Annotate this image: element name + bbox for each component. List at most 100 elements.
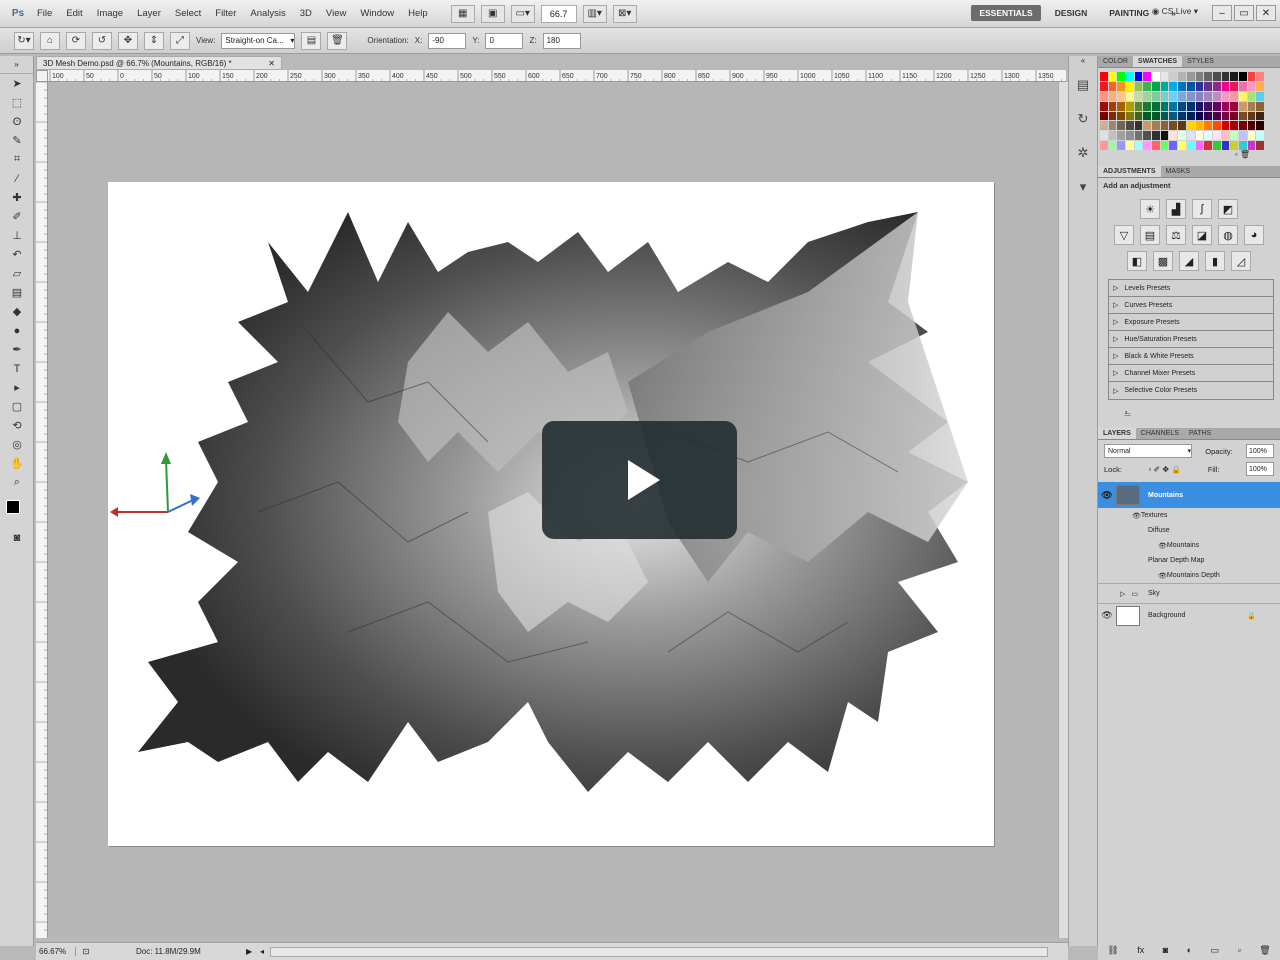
color-swatch[interactable] xyxy=(1204,81,1212,91)
color-swatch[interactable] xyxy=(1204,101,1212,111)
color-swatch[interactable] xyxy=(1247,111,1256,121)
color-swatch[interactable] xyxy=(1247,72,1256,81)
color-swatch[interactable] xyxy=(1186,81,1195,91)
ruler-origin[interactable] xyxy=(36,70,48,82)
color-swatch[interactable] xyxy=(1221,72,1230,81)
color-swatch[interactable] xyxy=(1186,101,1195,111)
layer-sky-group[interactable]: ▷ ▭ Sky xyxy=(1098,583,1280,603)
color-swatch[interactable] xyxy=(1117,141,1126,150)
color-swatch[interactable] xyxy=(1117,91,1126,101)
menu-view[interactable]: View xyxy=(319,8,353,19)
color-swatch[interactable] xyxy=(1212,131,1221,141)
arrange-documents-icon[interactable]: ▥▾ xyxy=(582,4,607,23)
color-swatch[interactable] xyxy=(1134,131,1143,141)
lock-icons[interactable]: ▫ ✐ ✥ 🔒 xyxy=(1148,465,1181,474)
layer-diffuse[interactable]: Diffuse xyxy=(1098,523,1280,538)
add-mask-icon[interactable]: ◙ xyxy=(1163,945,1168,956)
color-swatch[interactable] xyxy=(1169,81,1178,91)
color-swatch[interactable] xyxy=(1186,131,1195,141)
launch-bridge-icon[interactable]: ▦ xyxy=(450,4,475,23)
channel-mixer-icon[interactable]: ◕ xyxy=(1244,225,1264,245)
history-brush-tool-icon[interactable]: ↶ xyxy=(4,245,30,264)
eye-icon[interactable]: 👁 xyxy=(1098,490,1116,501)
zoom-level[interactable]: 66.7 xyxy=(540,4,577,23)
color-swatch[interactable] xyxy=(1152,81,1160,91)
color-swatch[interactable] xyxy=(1186,91,1195,101)
layer-mountains-depth[interactable]: 👁 Mountains Depth xyxy=(1098,568,1280,583)
color-swatch[interactable] xyxy=(1169,101,1178,111)
color-swatch[interactable] xyxy=(1195,72,1204,81)
menu-file[interactable]: File xyxy=(30,8,59,19)
preset-black-white[interactable]: ▷ Black & White Presets xyxy=(1109,348,1273,365)
gradient-tool-icon[interactable]: ▤ xyxy=(4,283,30,302)
color-swatch[interactable] xyxy=(1238,111,1247,121)
roll-3d-icon[interactable]: ↺ xyxy=(92,31,112,50)
color-swatch[interactable] xyxy=(1108,131,1117,141)
layer-mountains-texture[interactable]: 👁 Mountains xyxy=(1098,538,1280,553)
menu-window[interactable]: Window xyxy=(353,8,401,19)
lasso-tool-icon[interactable]: ʘ xyxy=(4,112,30,131)
color-swatch[interactable] xyxy=(1204,72,1212,81)
screen-mode-icon[interactable]: ⊠▾ xyxy=(612,4,637,23)
menu-image[interactable]: Image xyxy=(90,8,130,19)
color-swatch[interactable] xyxy=(1195,121,1204,131)
preset-curves[interactable]: ▷ Curves Presets xyxy=(1109,297,1273,314)
color-swatch[interactable] xyxy=(1178,141,1186,150)
layer-style-icon[interactable]: fx xyxy=(1137,945,1144,956)
menu-edit[interactable]: Edit xyxy=(59,8,89,19)
actions-panel-icon[interactable]: ↻ xyxy=(1072,108,1094,130)
eye-icon[interactable]: 👁 xyxy=(1158,572,1167,580)
color-swatch[interactable] xyxy=(1108,111,1117,121)
history-panel-icon[interactable]: ▤ xyxy=(1072,74,1094,96)
new-swatch-icon[interactable]: ▫ xyxy=(1235,150,1238,159)
color-swatch[interactable] xyxy=(1117,81,1126,91)
color-swatch[interactable] xyxy=(1186,111,1195,121)
color-swatch[interactable] xyxy=(1256,131,1264,141)
color-swatch[interactable] xyxy=(1100,101,1108,111)
hscroll-left-icon[interactable]: ◂ xyxy=(260,947,270,956)
color-swatch[interactable] xyxy=(1100,111,1108,121)
color-swatch[interactable] xyxy=(1256,91,1264,101)
z-input[interactable]: 180 xyxy=(542,32,581,49)
color-swatch[interactable] xyxy=(1221,131,1230,141)
curves-icon[interactable]: ∫ xyxy=(1192,199,1212,219)
color-swatch[interactable] xyxy=(1160,81,1169,91)
vertical-scrollbar[interactable] xyxy=(1058,82,1068,938)
crop-tool-icon[interactable]: ⌗ xyxy=(4,150,30,169)
color-swatch[interactable] xyxy=(1230,131,1238,141)
opacity-input[interactable]: 100% xyxy=(1245,444,1274,458)
tool-preset-icon[interactable]: ↻▾ xyxy=(14,31,34,50)
preset-channel-mixer[interactable]: ▷ Channel Mixer Presets xyxy=(1109,365,1273,382)
close-document-icon[interactable]: ✕ xyxy=(268,59,275,68)
new-adjustment-icon[interactable]: ◐ xyxy=(1187,945,1192,956)
status-menu-arrow-icon[interactable]: ▶ xyxy=(246,947,260,956)
color-swatch[interactable] xyxy=(1160,141,1169,150)
workspace-essentials[interactable]: ESSENTIALS xyxy=(971,5,1041,21)
color-swatch[interactable] xyxy=(1134,91,1143,101)
menu-3d[interactable]: 3D xyxy=(293,8,319,19)
preset-levels[interactable]: ▷ Levels Presets xyxy=(1109,280,1273,297)
canvas-area[interactable] xyxy=(48,82,1058,938)
color-swatch[interactable] xyxy=(1247,141,1256,150)
color-swatch[interactable] xyxy=(1195,81,1204,91)
color-swatch[interactable] xyxy=(1230,141,1238,150)
color-swatch[interactable] xyxy=(1221,81,1230,91)
color-swatch[interactable] xyxy=(1256,111,1264,121)
fill-input[interactable]: 100% xyxy=(1245,462,1274,476)
color-swatch[interactable] xyxy=(1134,72,1143,81)
x-input[interactable]: -90 xyxy=(428,32,467,49)
color-swatch[interactable] xyxy=(1212,81,1221,91)
save-view-icon[interactable]: ▤ xyxy=(301,31,322,50)
move-tool-icon[interactable]: ➤ xyxy=(4,74,30,93)
info-panel-icon[interactable]: ▾ xyxy=(1072,176,1094,198)
color-swatch[interactable] xyxy=(1256,81,1264,91)
3d-camera-tool-icon[interactable]: ◎ xyxy=(4,435,30,454)
type-tool-icon[interactable]: T xyxy=(4,359,30,378)
tab-color[interactable]: COLOR xyxy=(1098,56,1133,67)
selective-color-icon[interactable]: ◿ xyxy=(1231,251,1251,271)
video-play-button[interactable] xyxy=(542,421,737,539)
tab-masks[interactable]: MASKS xyxy=(1161,166,1196,177)
color-swatch[interactable] xyxy=(1247,131,1256,141)
color-swatch[interactable] xyxy=(1152,91,1160,101)
color-swatch[interactable] xyxy=(1160,131,1169,141)
